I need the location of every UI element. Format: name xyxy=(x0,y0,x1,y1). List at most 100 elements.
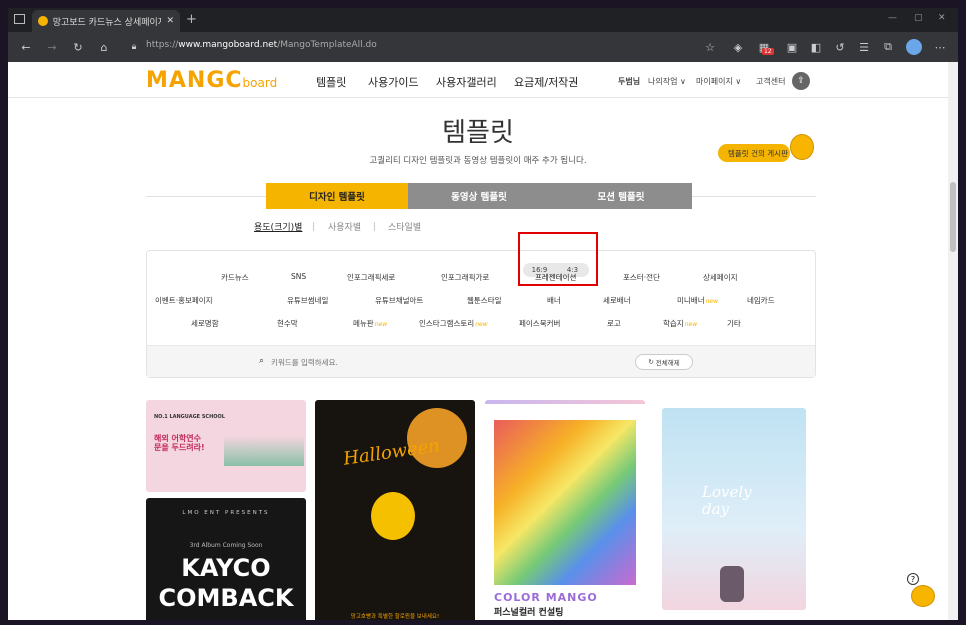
mango-favicon-icon xyxy=(38,16,48,26)
template-request-board-button[interactable]: 템플릿 건의 게시판 xyxy=(718,144,790,162)
category-card-news[interactable]: 카드뉴스 xyxy=(221,272,249,283)
category-detail-page[interactable]: 상세페이지 xyxy=(703,272,738,283)
category-name-card[interactable]: 네임카드 xyxy=(747,295,775,306)
tab-title: 망고보드 카드뉴스 상세페이지 ... xyxy=(52,17,162,28)
card-title: Lovely day xyxy=(702,483,752,518)
profile-avatar[interactable] xyxy=(906,39,922,55)
subtab-by-style[interactable]: 스타일별 xyxy=(388,220,421,233)
browser-titlebar: 망고보드 카드뉴스 상세페이지 ... ✕ + — ▢ ✕ xyxy=(8,8,958,32)
scrollbar-thumb[interactable] xyxy=(950,182,956,252)
back-icon[interactable]: ← xyxy=(18,39,34,55)
extension-icon[interactable]: ◈ xyxy=(730,39,746,55)
new-badge: new xyxy=(684,321,698,328)
card-title: KAYCO xyxy=(181,554,271,582)
minimize-icon[interactable]: — xyxy=(888,13,897,23)
divider xyxy=(374,222,375,231)
my-work-menu[interactable]: 나의작업 ∨ xyxy=(648,76,686,87)
category-infographic-vertical[interactable]: 인포그래픽세로 xyxy=(347,272,395,283)
screenshot-icon[interactable]: ▣ xyxy=(784,39,800,55)
category-facebook-cover[interactable]: 페이스북커버 xyxy=(519,318,560,329)
lock-icon[interactable]: 🔒︎ xyxy=(126,39,142,55)
mango-mascot-icon xyxy=(790,134,814,160)
window-menu-icon[interactable] xyxy=(14,14,25,24)
search-bar: ⌕ ↻전체해제 xyxy=(147,345,815,377)
category-banner-placard[interactable]: 현수막 xyxy=(277,318,298,329)
tab-design-templates[interactable]: 디자인 템플릿 xyxy=(266,183,408,209)
reset-all-button[interactable]: ↻ 전체해제 xyxy=(635,354,693,370)
new-badge: new xyxy=(374,321,388,328)
category-worksheet[interactable]: 학습지new xyxy=(663,318,697,329)
browser-tab[interactable]: 망고보드 카드뉴스 상세페이지 ... ✕ xyxy=(32,10,180,32)
category-event-page[interactable]: 이벤트·홍보페이지 xyxy=(155,295,213,306)
nav-guide[interactable]: 사용가이드 xyxy=(368,74,419,90)
category-webtoon[interactable]: 웹툰스타일 xyxy=(467,295,502,306)
close-window-icon[interactable]: ✕ xyxy=(938,13,946,23)
support-link[interactable]: 고객센터 xyxy=(756,76,785,87)
tab-actions-icon[interactable]: ◧ xyxy=(808,39,824,55)
keyword-search-input[interactable] xyxy=(271,355,571,369)
mango-mascot-icon xyxy=(911,585,935,607)
card-top: LMO ENT PRESENTS xyxy=(182,510,270,516)
city-illustration xyxy=(224,436,304,466)
category-menu[interactable]: 메뉴판new xyxy=(353,318,387,329)
home-icon[interactable]: ⌂ xyxy=(96,39,112,55)
help-mascot-button[interactable]: ? xyxy=(905,573,935,607)
template-card-kayco[interactable]: LMO ENT PRESENTS 3rd Album Coming Soon K… xyxy=(146,498,306,620)
category-youtube-thumbnail[interactable]: 유튜브썸네일 xyxy=(287,295,328,306)
template-card-language-school[interactable]: NO.1 LANGUAGE SCHOOL 해외 어학연수 문을 두드려라! xyxy=(146,400,306,492)
browser-window: 망고보드 카드뉴스 상세페이지 ... ✕ + — ▢ ✕ ← → ↻ ⌂ 🔒︎… xyxy=(8,8,958,620)
category-instagram-story[interactable]: 인스타그램스토리new xyxy=(419,318,488,329)
nav-gallery[interactable]: 사용자갤러리 xyxy=(436,74,497,90)
tab-video-templates[interactable]: 동영상 템플릿 xyxy=(408,183,550,209)
favorites-list-icon[interactable]: ☰ xyxy=(856,39,872,55)
card-brand: COLOR MANGO xyxy=(494,591,598,604)
subtab-by-user[interactable]: 사용자별 xyxy=(328,220,361,233)
new-badge: new xyxy=(705,298,719,305)
nav-pricing[interactable]: 요금제/저작권 xyxy=(514,74,578,90)
maximize-icon[interactable]: ▢ xyxy=(914,13,923,23)
card-subtitle: 3rd Album Coming Soon xyxy=(189,542,263,549)
highlight-box xyxy=(518,232,598,286)
template-card-lovely-day[interactable]: Lovely day xyxy=(662,408,806,610)
couple-illustration xyxy=(720,566,744,602)
share-icon[interactable]: ⇪ xyxy=(792,72,810,90)
favorite-star-icon[interactable]: ☆ xyxy=(702,39,718,55)
refresh-page-icon[interactable]: ↺ xyxy=(832,39,848,55)
nav-templates[interactable]: 템플릿 xyxy=(316,74,346,90)
category-youtube-channel-art[interactable]: 유튜브채널아트 xyxy=(375,295,423,306)
category-poster[interactable]: 포스터·전단 xyxy=(623,272,660,283)
category-banner[interactable]: 배너 xyxy=(547,295,561,306)
subtab-by-size[interactable]: 용도(크기)별 xyxy=(254,220,302,233)
category-vertical-business-card[interactable]: 세로명함 xyxy=(191,318,219,329)
more-menu-icon[interactable]: ⋯ xyxy=(932,39,948,55)
url-field[interactable]: https://www.mangoboard.net/MangoTemplate… xyxy=(146,40,377,50)
site-header: MANGCboard 템플릿 사용가이드 사용자갤러리 요금제/저작권 두범님 … xyxy=(8,62,948,98)
new-badge: new xyxy=(475,321,488,328)
collections-icon[interactable]: ⧉ xyxy=(880,39,896,55)
card-title: 해외 어학연수 문을 두드려라! xyxy=(154,434,205,453)
question-icon: ? xyxy=(907,573,919,585)
category-vertical-banner[interactable]: 세로배너 xyxy=(603,295,631,306)
divider xyxy=(313,222,314,231)
template-card-halloween[interactable]: Halloween 망고호빵과 특별한 할로윈을 보내세요! xyxy=(315,400,475,620)
category-sns[interactable]: SNS xyxy=(291,272,306,281)
forward-icon[interactable]: → xyxy=(44,39,60,55)
category-mini-banner[interactable]: 미니배너new xyxy=(677,295,718,306)
category-logo[interactable]: 로고 xyxy=(607,318,621,329)
template-card-personal-color[interactable]: COLOR MANGO 퍼스널컬러 컨설팅 xyxy=(485,400,645,620)
category-other[interactable]: 기타 xyxy=(727,318,741,329)
card-footer: 망고호빵과 특별한 할로윈을 보내세요! xyxy=(350,614,440,620)
new-tab-icon[interactable]: + xyxy=(186,12,197,27)
search-icon: ⌕ xyxy=(259,356,265,366)
close-tab-icon[interactable]: ✕ xyxy=(166,16,174,26)
category-infographic-horizontal[interactable]: 인포그래픽가로 xyxy=(441,272,489,283)
tab-motion-templates[interactable]: 모션 템플릿 xyxy=(550,183,692,209)
category-panel: 16:9 4:3 카드뉴스 SNS 인포그래픽세로 인포그래픽가로 프레젠테이션… xyxy=(146,250,816,378)
my-page-menu[interactable]: 마이페이지 ∨ xyxy=(696,76,741,87)
mangoboard-logo[interactable]: MANGCboard xyxy=(146,68,277,93)
card-title: 퍼스널컬러 컨설팅 xyxy=(494,608,564,618)
mango-character-icon xyxy=(371,492,415,540)
refresh-icon[interactable]: ↻ xyxy=(70,39,86,55)
vertical-scrollbar[interactable] xyxy=(948,62,958,620)
color-swatch-image xyxy=(494,420,636,585)
